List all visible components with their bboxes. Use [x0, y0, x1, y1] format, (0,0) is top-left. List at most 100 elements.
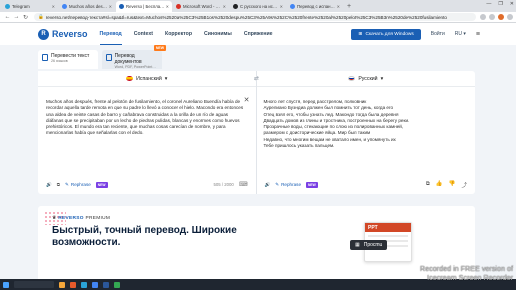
source-text-input[interactable]: Muchos años después, frente al pelotón d… [46, 99, 246, 137]
nav-translation[interactable]: Перевод [99, 31, 122, 45]
tab-close-icon[interactable]: ✕ [109, 4, 112, 9]
browser-tab-strip: Telegram✕ Muchos años después, frente al… [0, 0, 516, 12]
back-icon[interactable]: ← [3, 14, 12, 20]
forward-icon[interactable]: → [12, 14, 21, 20]
taskbar-search[interactable] [14, 281, 54, 288]
nav-corrector[interactable]: Корректор [165, 31, 192, 37]
tab-favicon-icon [62, 4, 67, 9]
maximize-icon[interactable]: ❐ [498, 1, 502, 7]
start-icon[interactable] [3, 281, 9, 288]
hamburger-menu-icon[interactable]: ≡ [476, 31, 480, 38]
app-icon[interactable] [81, 281, 87, 288]
thumbs-down-icon[interactable]: 👎 [449, 181, 456, 189]
character-counter: 505 / 2000 [213, 182, 234, 187]
header-actions: ⊞ Скачать для Windows Войти RU ▾ ≡ [351, 28, 480, 40]
browser-tab[interactable]: Telegram ✕ [2, 1, 58, 12]
new-badge: NEW [153, 45, 166, 51]
reverso-logo-icon: R [38, 28, 49, 40]
rephrase-button[interactable]: ✎ Rephrase [275, 182, 301, 188]
minimize-icon[interactable]: — [486, 1, 491, 7]
promo-kicker: ♛ REVERSO PREMIUM [52, 216, 111, 221]
language-selector[interactable]: RU ▾ [455, 31, 466, 37]
translation-output: Много лет спустя, перед расстрелом, полк… [264, 99, 468, 149]
share-icon[interactable]: ⤴ [461, 181, 467, 189]
rephrase-button[interactable]: ✎ Rephrase [65, 182, 91, 188]
thumbs-up-icon[interactable]: 👍 [436, 181, 443, 189]
source-language-selector[interactable]: Испанский ▾ [38, 71, 256, 87]
reload-icon[interactable]: ↻ [21, 14, 30, 21]
tab-favicon-icon [176, 4, 181, 9]
chevron-down-icon: ▾ [380, 75, 384, 82]
tab-close-icon[interactable]: ✕ [280, 4, 283, 9]
tab-translate-documents[interactable]: Перевод документов Word, PDF, PowerPoint…… [102, 45, 166, 69]
russia-flag-icon [348, 76, 356, 81]
toast-icon: ▦ [355, 242, 360, 248]
preview-line [368, 235, 408, 237]
promo-headline: Быстрый, точный перевод. Широкие возможн… [52, 225, 237, 248]
source-pane: Испанский ▾ ✕ Muchos años después, frent… [38, 71, 257, 194]
url-field[interactable]: 🔒 reverso.net/перевод-текста#sl=spa&tl=ru… [34, 13, 476, 21]
spain-flag-icon [126, 76, 134, 81]
tab-close-icon[interactable]: ✕ [337, 4, 340, 9]
menu-dots-icon[interactable] [507, 14, 513, 20]
tab-favicon-icon [119, 4, 124, 9]
login-link[interactable]: Войти [431, 31, 445, 37]
speaker-icon[interactable]: 🔊 [265, 182, 271, 188]
translation-panels: Испанский ▾ ✕ Muchos años después, frent… [38, 71, 475, 194]
tab-close-icon[interactable]: ✕ [166, 4, 169, 9]
extension-icons [480, 14, 513, 20]
browser-tab[interactable]: Muchos años después, frente al…✕ [59, 1, 115, 12]
app-icon[interactable] [59, 281, 65, 288]
download-windows-button[interactable]: ⊞ Скачать для Windows [351, 28, 421, 40]
tab-favicon-icon [290, 4, 295, 9]
extension-icon[interactable] [489, 14, 495, 20]
browser-tab[interactable]: С русского на испанский | Доm…✕ [230, 1, 286, 12]
app-icon[interactable] [114, 281, 120, 288]
tab-close-icon[interactable]: ✕ [52, 4, 55, 9]
speaker-icon[interactable]: 🔊 [46, 182, 52, 188]
document-icon [106, 54, 112, 61]
nav-synonyms[interactable]: Синонимы [204, 31, 232, 37]
recorder-watermark: Recorded in FREE version of Icecream Scr… [419, 264, 513, 283]
target-pane: Русский ▾ Много лет спустя, перед расстр… [256, 71, 475, 194]
tab-translate-text[interactable]: Перевести текст 26 языков [38, 50, 98, 69]
crown-icon: ♛ [52, 216, 57, 221]
source-footer: 🔊 ⧉ ✎ Rephrase NEW 505 / 2000 ⌨ [46, 180, 248, 189]
chevron-down-icon: ▾ [164, 75, 168, 82]
profile-avatar-icon[interactable] [498, 14, 504, 20]
new-badge: NEW [95, 181, 108, 188]
copy-icon[interactable]: ⧉ [57, 182, 60, 187]
reverso-logo[interactable]: R Reverso [38, 28, 88, 40]
target-footer: 🔊 ✎ Rephrase NEW ⧉ 👍 👎 ⤴ [265, 180, 468, 189]
chevron-down-icon: ▾ [463, 31, 466, 37]
keyboard-icon[interactable]: ⌨ [239, 181, 248, 188]
floating-toast[interactable]: ▦ Пpocmu [350, 240, 388, 250]
browser-tab[interactable]: Microsoft Word - Cien años de…✕ [173, 1, 229, 12]
browser-tab-active[interactable]: Reverso | Бесплатный перевод…✕ [116, 1, 172, 12]
nav-context[interactable]: Context [134, 31, 153, 37]
target-language-selector[interactable]: Русский ▾ [256, 71, 475, 87]
window-controls: — ❐ ✕ [486, 1, 514, 7]
copy-icon[interactable]: ⧉ [426, 181, 430, 189]
app-icon[interactable] [103, 281, 109, 288]
site-header: R Reverso Перевод Context Корректор Синон… [0, 23, 516, 45]
tab-favicon-icon [5, 4, 10, 9]
main-nav: Перевод Context Корректор Синонимы Спряж… [99, 31, 273, 45]
address-bar-row: ← → ↻ 🔒 reverso.net/перевод-текста#sl=spa… [0, 12, 516, 23]
star-icon[interactable] [480, 14, 486, 20]
new-tab-button[interactable]: + [344, 1, 354, 12]
nav-conjugation[interactable]: Спряжение [244, 31, 273, 37]
output-actions: ⧉ 👍 👎 ⤴ [426, 181, 467, 189]
browser-tab[interactable]: Перевод с испанского на русский…✕ [287, 1, 343, 12]
windows-icon: ⊞ [358, 31, 363, 37]
close-window-icon[interactable]: ✕ [510, 1, 514, 7]
app-icon[interactable] [92, 281, 98, 288]
translation-line: Тебе пришлось указать пальцем. [263, 143, 335, 149]
ppt-label: PPT [365, 223, 411, 232]
tool-tabs: Перевести текст 26 языков Перевод докумен… [38, 45, 166, 69]
tab-close-icon[interactable]: ✕ [223, 4, 226, 9]
app-icon[interactable] [70, 281, 76, 288]
tab-favicon-icon [233, 4, 238, 9]
new-badge: NEW [306, 181, 318, 188]
lock-icon: 🔒 [38, 14, 44, 19]
